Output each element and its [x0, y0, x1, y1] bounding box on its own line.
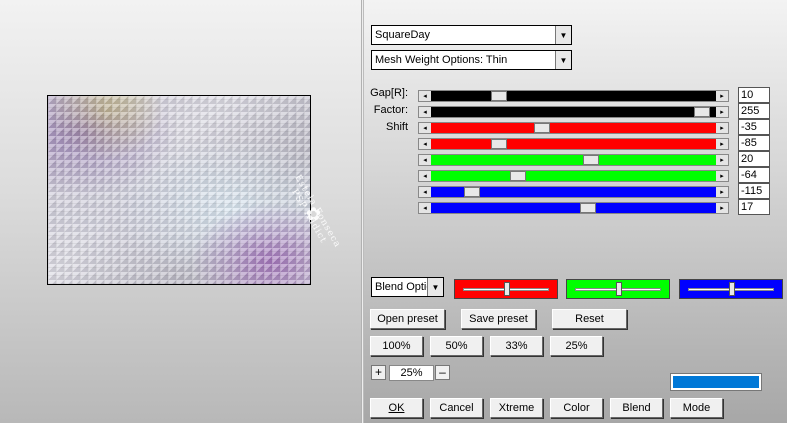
slider-thumb[interactable]: [510, 171, 526, 181]
factor-label: Factor:: [373, 104, 408, 116]
slider-track[interactable]: [431, 123, 716, 133]
preset-dropdown[interactable]: SquareDay ▼: [371, 25, 572, 45]
zoom-25-button[interactable]: 25%: [550, 336, 603, 356]
value-field-shift-green-2[interactable]: -64: [738, 167, 770, 183]
blend-slider-thumb[interactable]: [504, 282, 510, 296]
slider-track[interactable]: [431, 107, 716, 117]
value-field-shift-red-2[interactable]: -85: [738, 135, 770, 151]
scroll-right-icon[interactable]: ▸: [716, 171, 728, 181]
value-field-shift-blue-2[interactable]: 17: [738, 199, 770, 215]
preview-image[interactable]: [47, 95, 311, 285]
scroll-right-icon[interactable]: ▸: [716, 107, 728, 117]
mesh-grid: [48, 96, 310, 284]
value-field-shift-red-1[interactable]: -35: [738, 119, 770, 135]
zoom-100-button[interactable]: 100%: [370, 336, 423, 356]
color-swatch[interactable]: [671, 374, 761, 390]
slider-thumb[interactable]: [580, 203, 596, 213]
blend-options-dropdown[interactable]: Blend Optio ▼: [371, 277, 444, 297]
slider-shift-red-2[interactable]: ◂ ▸: [418, 138, 729, 150]
slider-thumb[interactable]: [491, 139, 507, 149]
open-preset-button[interactable]: Open preset: [370, 309, 445, 329]
blend-slider-thumb[interactable]: [729, 282, 735, 296]
mesh-weight-dropdown[interactable]: Mesh Weight Options: Thin ▼: [371, 50, 572, 70]
scroll-left-icon[interactable]: ◂: [419, 139, 431, 149]
slider-thumb[interactable]: [491, 91, 507, 101]
blend-slider-2[interactable]: [679, 279, 783, 299]
shift-label: Shift: [385, 121, 408, 133]
slider-thumb[interactable]: [583, 155, 599, 165]
scroll-right-icon[interactable]: ▸: [716, 123, 728, 133]
scroll-left-icon[interactable]: ◂: [419, 91, 431, 101]
value-field-shift-green-1[interactable]: 20: [738, 151, 770, 167]
blend-options-value: Blend Optio: [375, 281, 427, 293]
preset-value: SquareDay: [375, 29, 431, 41]
chevron-down-icon[interactable]: ▼: [555, 51, 571, 69]
watermark-logo: Estela Fonseca PSP Addict ✿: [268, 170, 358, 260]
slider-shift-blue-2[interactable]: ◂ ▸: [418, 202, 729, 214]
mesh-weight-value: Mesh Weight Options: Thin: [375, 54, 508, 66]
value-field-gap[interactable]: 10: [738, 87, 770, 103]
save-preset-button[interactable]: Save preset: [461, 309, 536, 329]
scroll-left-icon[interactable]: ◂: [419, 123, 431, 133]
slider-thumb[interactable]: [464, 187, 480, 197]
slider-thumb[interactable]: [534, 123, 550, 133]
slider-track[interactable]: [431, 171, 716, 181]
slider-shift-green-2[interactable]: ◂ ▸: [418, 170, 729, 182]
ok-button[interactable]: OK: [370, 398, 423, 418]
gap-label: Gap[R]:: [370, 87, 408, 99]
watermark-knot-icon: ✿: [306, 204, 322, 225]
scroll-left-icon[interactable]: ◂: [419, 107, 431, 117]
value-field-factor[interactable]: 255: [738, 103, 770, 119]
scroll-left-icon[interactable]: ◂: [419, 171, 431, 181]
scroll-right-icon[interactable]: ▸: [716, 187, 728, 197]
reset-button[interactable]: Reset: [552, 309, 627, 329]
ok-label: OK: [388, 402, 405, 414]
slider-track[interactable]: [431, 155, 716, 165]
slider-track[interactable]: [431, 203, 716, 213]
color-button[interactable]: Color: [550, 398, 603, 418]
scroll-right-icon[interactable]: ▸: [716, 91, 728, 101]
slider-thumb[interactable]: [694, 107, 710, 117]
scroll-right-icon[interactable]: ▸: [716, 139, 728, 149]
scroll-right-icon[interactable]: ▸: [716, 203, 728, 213]
blend-slider-1[interactable]: [566, 279, 670, 299]
cancel-button[interactable]: Cancel: [430, 398, 483, 418]
blend-button[interactable]: Blend: [610, 398, 663, 418]
chevron-down-icon[interactable]: ▼: [427, 278, 443, 296]
zoom-out-button[interactable]: –: [435, 365, 450, 380]
slider-track[interactable]: [431, 187, 716, 197]
zoom-50-button[interactable]: 50%: [430, 336, 483, 356]
slider-gap[interactable]: ◂ ▸: [418, 90, 729, 102]
zoom-33-button[interactable]: 33%: [490, 336, 543, 356]
blend-slider-thumb[interactable]: [616, 282, 622, 296]
slider-shift-red-1[interactable]: ◂ ▸: [418, 122, 729, 134]
chevron-down-icon[interactable]: ▼: [555, 26, 571, 44]
zoom-in-button[interactable]: +: [371, 365, 386, 380]
slider-factor[interactable]: ◂ ▸: [418, 106, 729, 118]
scroll-left-icon[interactable]: ◂: [419, 187, 431, 197]
mode-button[interactable]: Mode: [670, 398, 723, 418]
slider-track[interactable]: [431, 139, 716, 149]
slider-track[interactable]: [431, 91, 716, 101]
xtreme-button[interactable]: Xtreme: [490, 398, 543, 418]
blend-slider-0[interactable]: [454, 279, 558, 299]
scroll-left-icon[interactable]: ◂: [419, 155, 431, 165]
value-field-shift-blue-1[interactable]: -115: [738, 183, 770, 199]
zoom-level-field[interactable]: 25%: [389, 365, 434, 381]
slider-shift-green-1[interactable]: ◂ ▸: [418, 154, 729, 166]
slider-shift-blue-1[interactable]: ◂ ▸: [418, 186, 729, 198]
scroll-right-icon[interactable]: ▸: [716, 155, 728, 165]
scroll-left-icon[interactable]: ◂: [419, 203, 431, 213]
